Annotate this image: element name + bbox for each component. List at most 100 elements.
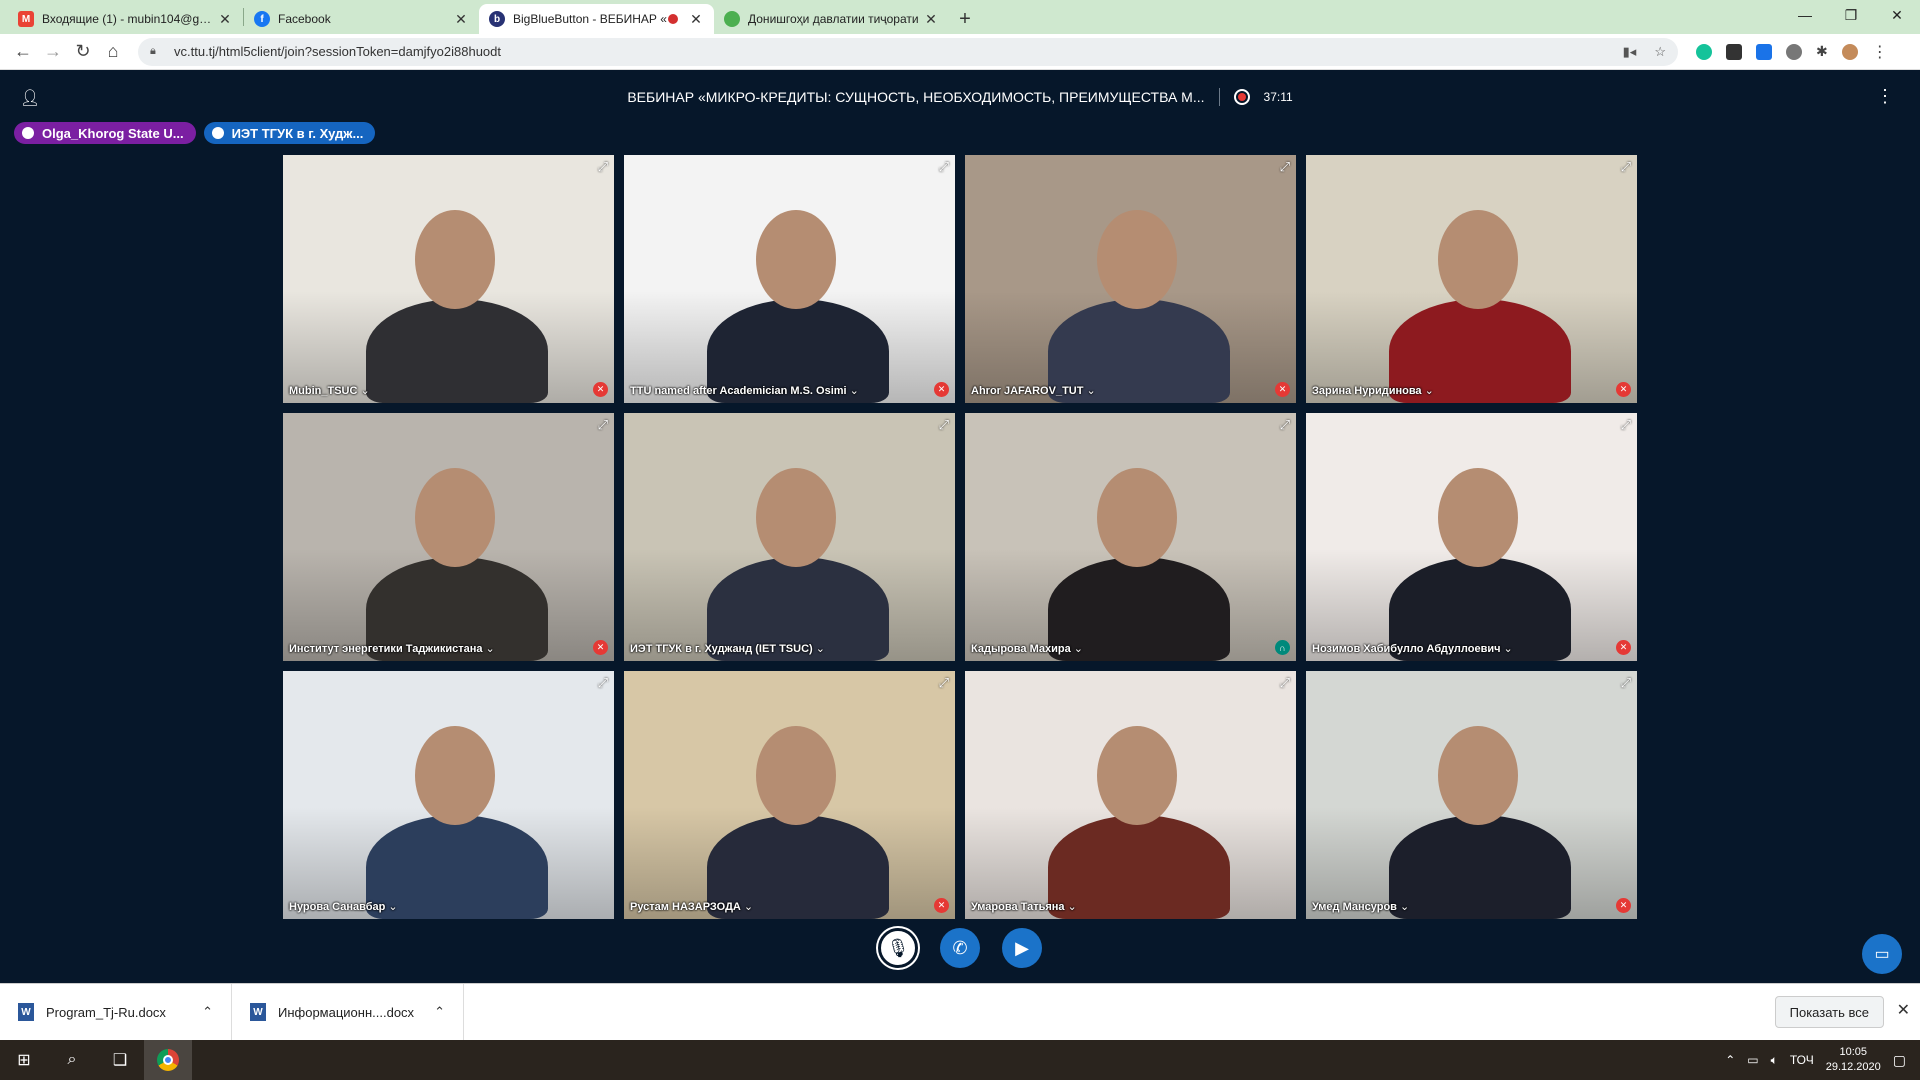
puzzle-icon[interactable]: ✱ [1816,43,1828,60]
unmute-button[interactable]: 🎙︎ [878,928,918,968]
profile-avatar[interactable] [1841,43,1858,60]
share-webcam-button[interactable]: ▶ [1002,928,1042,968]
windows-start-icon[interactable]: ⊞ [0,1040,48,1080]
close-icon[interactable]: ✕ [217,11,233,28]
participant-name[interactable]: Ahror JAFAROV_TUT ⌄ [971,384,1096,397]
bookmark-star-icon[interactable]: ☆ [1654,44,1666,60]
participant-name[interactable]: Кадырова Махира ⌄ [971,642,1083,655]
chevron-up-icon[interactable]: ⌃ [434,1004,445,1020]
talker-indicator[interactable]: Olga_Khorog State U... [14,122,196,144]
notifications-icon[interactable]: ▢ [1893,1052,1906,1069]
forward-button[interactable]: → [38,37,68,67]
video-tile[interactable]: ⤢ Умарова Татьяна ⌄ [965,671,1296,919]
download-item[interactable]: W Program_Tj-Ru.docx ⌃ [0,984,232,1040]
extension-gray-icon[interactable] [1786,43,1802,60]
close-icon[interactable]: ✕ [1897,1000,1910,1020]
video-tile[interactable]: ⤢ Кадырова Махира ⌄ ∩ [965,413,1296,661]
volume-icon[interactable]: 🔈︎ [1771,1053,1778,1068]
participant-name[interactable]: Нозимов Хабибулло Абдуллоевич ⌄ [1312,642,1513,655]
bbb-icon: b [489,11,505,27]
participant-name[interactable]: Умарова Татьяна ⌄ [971,900,1077,913]
video-tile[interactable]: ⤢ Рустам НАЗАРЗОДА ⌄ ✕ [624,671,955,919]
fullscreen-icon[interactable]: ⤢ [939,159,949,175]
fullscreen-icon[interactable]: ⤢ [1621,417,1631,433]
network-icon[interactable]: ▭ [1747,1053,1758,1067]
webcam-feed [1306,413,1637,661]
task-view-icon[interactable]: ❑ [96,1040,144,1080]
chrome-taskbar-button[interactable] [144,1040,192,1080]
close-icon[interactable]: ✕ [923,11,939,28]
tray-chevron-icon[interactable]: ⌃ [1725,1053,1735,1067]
download-filename: Информационн....docx [278,1004,415,1020]
video-tile[interactable]: ⤢ Нурова Санавбар ⌄ [283,671,614,919]
fullscreen-icon[interactable]: ⤢ [1621,159,1631,175]
video-tile[interactable]: ⤢ Ahror JAFAROV_TUT ⌄ ✕ [965,155,1296,403]
fullscreen-icon[interactable]: ⤢ [1280,675,1290,691]
video-tile[interactable]: ⤢ Нозимов Хабибулло Абдуллоевич ⌄ ✕ [1306,413,1637,661]
talker-indicator[interactable]: ИЭТ ТГУК в г. Худж... [203,122,376,144]
options-menu-icon[interactable]: ⋮ [1876,86,1894,107]
webcam-feed [1306,155,1637,403]
restore-button[interactable]: ❐ [1828,0,1874,30]
address-bar[interactable]: 🔒︎ vc.ttu.tj/html5client/join?sessionTok… [138,37,1678,66]
show-all-downloads-button[interactable]: Показать все [1774,996,1884,1028]
camera-blocked-icon[interactable]: ▮◂ [1623,44,1637,60]
new-tab-button[interactable]: + [949,4,981,34]
fullscreen-icon[interactable]: ⤢ [939,675,949,691]
webcam-feed [624,413,955,661]
clock[interactable]: 10:05 29.12.2020 [1826,1045,1881,1075]
close-icon[interactable]: ✕ [453,11,469,28]
participant-name[interactable]: Нурова Санавбар ⌄ [289,900,398,913]
lock-icon[interactable]: 🔒︎ [150,45,164,58]
participant-name[interactable]: Mubin_TSUC ⌄ [289,384,370,397]
video-tile[interactable]: ⤢ Институт энергетики Таджикистана ⌄ ✕ [283,413,614,661]
presentation-restore-button[interactable]: ▭ [1862,934,1902,974]
fullscreen-icon[interactable]: ⤢ [1280,159,1290,175]
participant-name[interactable]: Институт энергетики Таджикистана ⌄ [289,642,495,655]
recording-icon[interactable] [1233,89,1250,105]
participant-name[interactable]: Рустам НАЗАРЗОДА ⌄ [630,900,753,913]
chevron-up-icon[interactable]: ⌃ [202,1004,213,1020]
participant-name[interactable]: ИЭТ ТГУК в г. Худжанд (IET TSUC) ⌄ [630,642,825,655]
fullscreen-icon[interactable]: ⤢ [1280,417,1290,433]
fullscreen-icon[interactable]: ⤢ [939,417,949,433]
menu-icon[interactable]: ⋮ [1872,42,1888,62]
clock-date: 29.12.2020 [1825,1061,1881,1073]
participant-name[interactable]: Зарина Нуридинова ⌄ [1312,384,1434,397]
video-tile[interactable]: ⤢ Умед Мансуров ⌄ ✕ [1306,671,1637,919]
home-button[interactable]: ⌂ [98,37,128,67]
participant-name[interactable]: Умед Мансуров ⌄ [1312,900,1409,913]
participant-head [1097,209,1177,309]
close-icon[interactable]: ✕ [688,11,704,28]
video-tile[interactable]: ⤢ ИЭТ ТГУК в г. Худжанд (IET TSUC) ⌄ [624,413,955,661]
video-tile[interactable]: ⤢ Mubin_TSUC ⌄ ✕ [283,155,614,403]
back-button[interactable]: ← [8,37,38,67]
downloads-shelf: W Program_Tj-Ru.docx ⌃ W Информационн...… [0,983,1920,1040]
fullscreen-icon[interactable]: ⤢ [598,417,608,433]
fullscreen-icon[interactable]: ⤢ [598,675,608,691]
chevron-down-icon: ⌄ [1399,901,1410,913]
video-tile[interactable]: ⤢ Зарина Нуридинова ⌄ ✕ [1306,155,1637,403]
tab-title: BigBlueButton - ВЕБИНАР « [513,12,667,26]
participant-name[interactable]: TTU named after Academician M.S. Osimi ⌄ [630,384,859,397]
leave-audio-button[interactable]: ✆ [940,928,980,968]
language-indicator[interactable]: ТОЧ [1790,1053,1814,1067]
tab-facebook[interactable]: f Facebook ✕ [244,4,479,34]
minimize-button[interactable]: — [1782,0,1828,30]
fullscreen-icon[interactable]: ⤢ [1621,675,1631,691]
tab-bigbluebutton[interactable]: b BigBlueButton - ВЕБИНАР « ✕ [479,4,714,34]
tab-gmail[interactable]: M Входящие (1) - mubin104@gmai ✕ [8,4,243,34]
search-icon[interactable]: ⌕ [48,1040,96,1080]
download-item[interactable]: W Информационн....docx ⌃ [232,984,464,1040]
tab-university[interactable]: Донишгоҳи давлатии тиҷорати ✕ [714,4,949,34]
fullscreen-icon[interactable]: ⤢ [598,159,608,175]
word-document-icon: W [250,1003,266,1021]
extension-blue-icon[interactable] [1756,43,1772,60]
grammarly-icon[interactable] [1696,43,1712,60]
video-tile[interactable]: ⤢ TTU named after Academician M.S. Osimi ⌄… [624,155,955,403]
reload-button[interactable]: ↻ [68,37,98,67]
extension-icon[interactable] [1726,43,1742,60]
close-window-button[interactable]: ✕ [1874,0,1920,30]
action-bar: 🎙︎ ✆ ▶ [0,928,1920,968]
windows-taskbar: ⊞ ⌕ ❑ ⌃ ▭ 🔈︎ ТОЧ 10:05 29.12.2020 ▢ [0,1040,1920,1080]
